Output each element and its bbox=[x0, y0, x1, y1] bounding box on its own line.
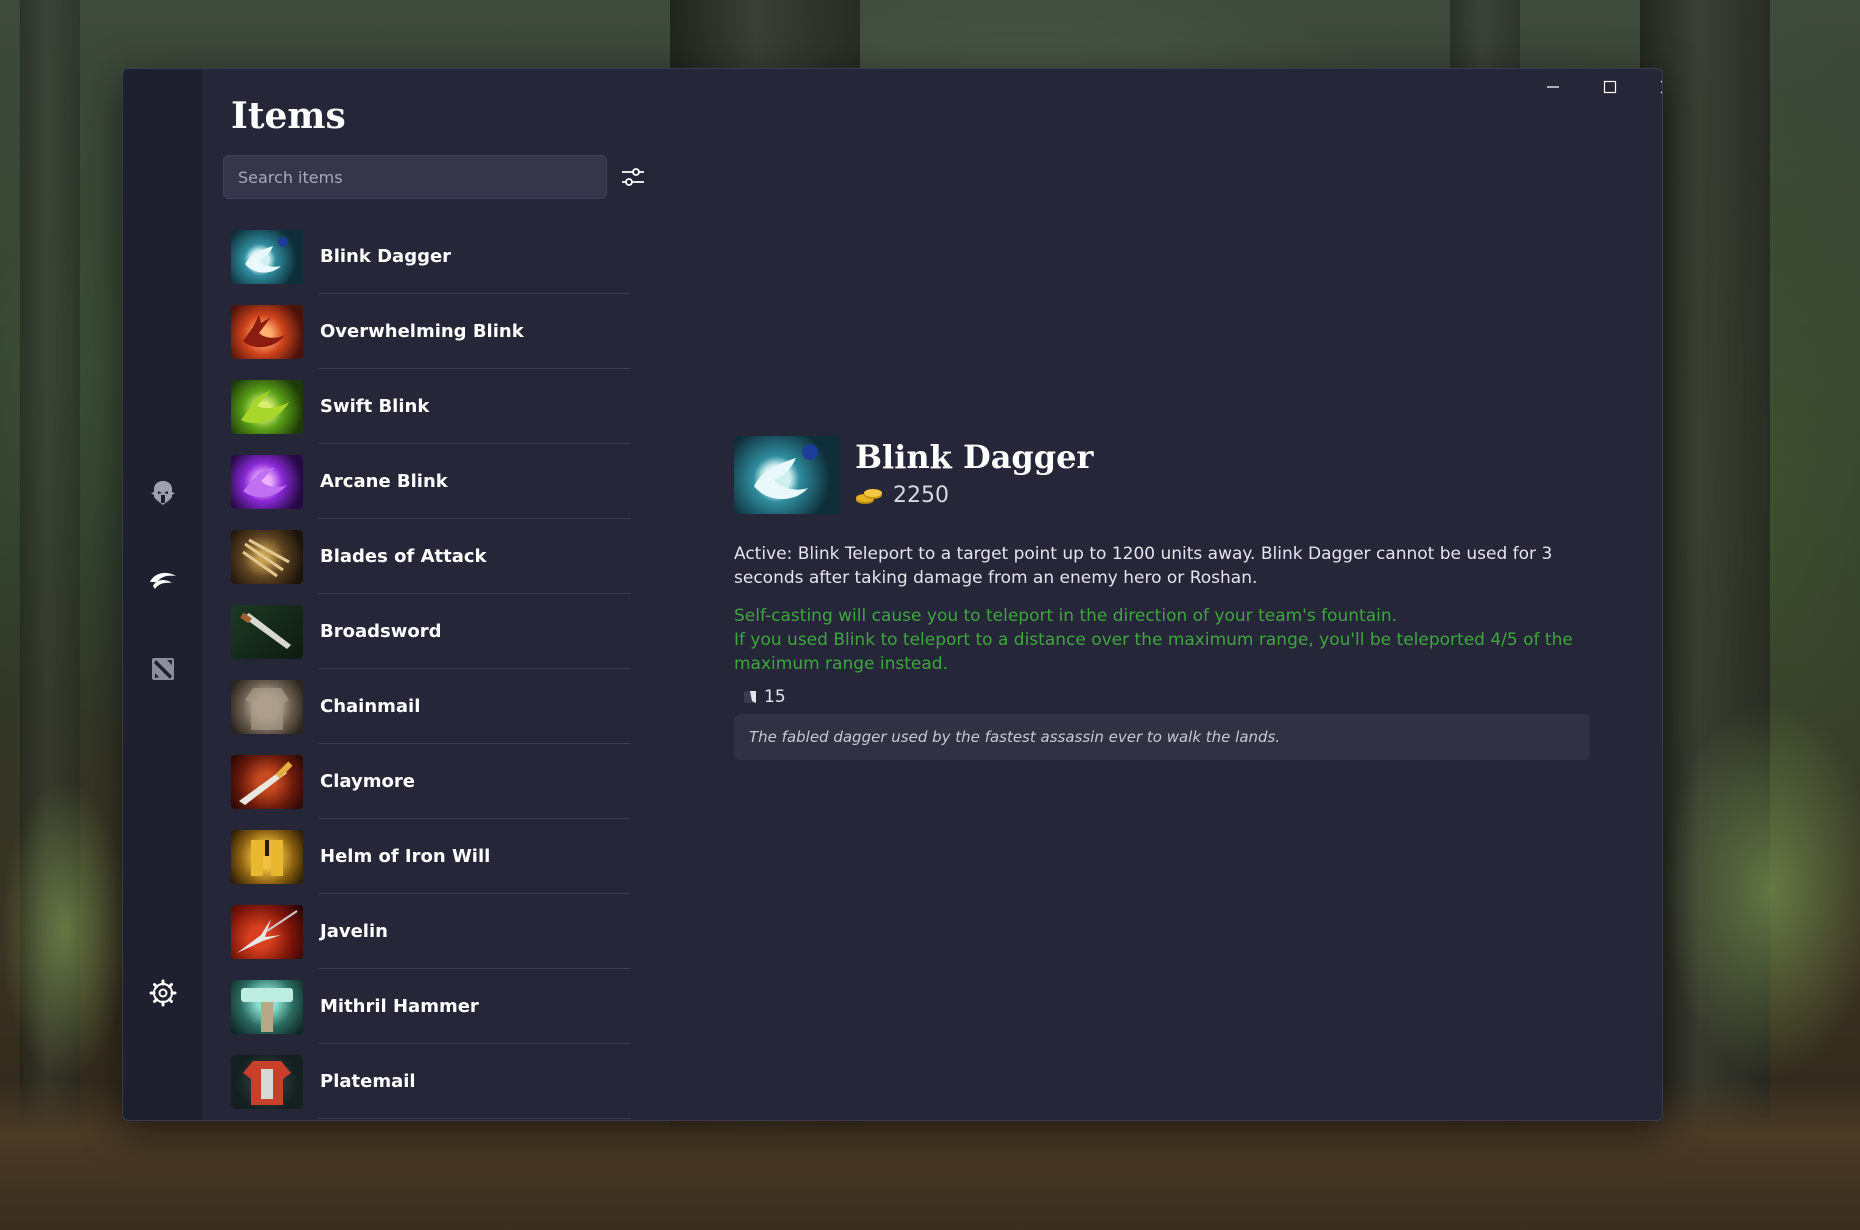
minimize-button[interactable] bbox=[1525, 69, 1581, 105]
minimize-icon bbox=[1547, 86, 1559, 88]
item-cost: 2250 bbox=[855, 483, 949, 508]
item-name: Overwhelming Blink bbox=[320, 321, 524, 342]
maximize-button[interactable] bbox=[1582, 69, 1638, 105]
gear-icon bbox=[149, 979, 177, 1007]
javelin-icon bbox=[231, 904, 303, 959]
divider bbox=[319, 1118, 631, 1119]
platemail-icon bbox=[231, 1054, 303, 1109]
close-icon bbox=[1660, 80, 1662, 94]
page-title: Items bbox=[231, 95, 346, 137]
item-name: Javelin bbox=[320, 921, 388, 942]
item-name: Swift Blink bbox=[320, 396, 430, 417]
swift-blink-icon bbox=[231, 379, 303, 434]
item-note-line: Self-casting will cause you to teleport … bbox=[734, 606, 1398, 626]
item-name: Platemail bbox=[320, 1071, 416, 1092]
item-cooldown: 15 bbox=[742, 687, 786, 707]
gold-coins-icon bbox=[856, 488, 882, 504]
list-item[interactable]: Broadsword bbox=[231, 594, 631, 669]
item-note: Self-casting will cause you to teleport … bbox=[734, 604, 1590, 676]
list-item[interactable]: Platemail bbox=[231, 1044, 631, 1119]
list-item[interactable]: Claymore bbox=[231, 744, 631, 819]
list-item[interactable]: Mithril Hammer bbox=[231, 969, 631, 1044]
maximize-icon bbox=[1603, 80, 1617, 94]
blades-of-attack-icon bbox=[231, 529, 303, 584]
nav-rail bbox=[123, 69, 202, 1120]
blink-dagger-icon bbox=[231, 229, 303, 284]
item-name: Claymore bbox=[320, 771, 415, 792]
list-item[interactable]: Blink Dagger bbox=[231, 219, 631, 294]
blink-dagger-icon bbox=[734, 436, 840, 514]
arcane-blink-icon bbox=[231, 454, 303, 509]
claymore-icon bbox=[231, 754, 303, 809]
chainmail-icon bbox=[231, 679, 303, 734]
helm-of-iron-will-icon bbox=[231, 829, 303, 884]
filter-sliders-icon bbox=[622, 168, 644, 186]
item-lore: The fabled dagger used by the fastest as… bbox=[734, 714, 1590, 760]
item-name: Broadsword bbox=[320, 621, 442, 642]
items-nav-button[interactable] bbox=[139, 557, 187, 605]
list-item[interactable]: Arcane Blink bbox=[231, 444, 631, 519]
item-title: Blink Dagger bbox=[855, 438, 1094, 476]
dota-logo-icon bbox=[152, 658, 174, 680]
search-input[interactable] bbox=[223, 155, 607, 199]
dota-nav-button[interactable] bbox=[139, 645, 187, 693]
item-cost-value: 2250 bbox=[893, 483, 949, 508]
item-name: Helm of Iron Will bbox=[320, 846, 491, 867]
app-window: Items Blink Dagger Overwhel bbox=[122, 68, 1663, 1121]
heroes-nav-button[interactable] bbox=[139, 469, 187, 517]
list-item[interactable]: Chainmail bbox=[231, 669, 631, 744]
list-item[interactable]: Helm of Iron Will bbox=[231, 819, 631, 894]
item-name: Blink Dagger bbox=[320, 246, 452, 267]
background-fern bbox=[0, 780, 130, 1080]
item-cooldown-value: 15 bbox=[764, 687, 786, 707]
cooldown-icon bbox=[744, 691, 756, 703]
list-item[interactable]: Swift Blink bbox=[231, 369, 631, 444]
settings-button[interactable] bbox=[139, 969, 187, 1017]
item-name: Arcane Blink bbox=[320, 471, 448, 492]
list-item[interactable]: Overwhelming Blink bbox=[231, 294, 631, 369]
item-note-line: If you used Blink to teleport to a dista… bbox=[734, 630, 1573, 674]
overwhelming-blink-icon bbox=[231, 304, 303, 359]
item-name: Mithril Hammer bbox=[320, 996, 479, 1017]
item-name: Blades of Attack bbox=[320, 546, 487, 567]
list-item[interactable]: Javelin bbox=[231, 894, 631, 969]
blade-icon bbox=[150, 572, 176, 589]
close-button[interactable] bbox=[1639, 69, 1662, 105]
broadsword-icon bbox=[231, 604, 303, 659]
list-item[interactable]: Blades of Attack bbox=[231, 519, 631, 594]
mithril-hammer-icon bbox=[231, 979, 303, 1034]
item-name: Chainmail bbox=[320, 696, 421, 717]
item-description: Active: Blink Teleport to a target point… bbox=[734, 544, 1553, 588]
background-fern bbox=[1660, 700, 1860, 1080]
items-list: Blink Dagger Overwhelming Blink Swift Bl… bbox=[231, 219, 631, 1119]
filter-button[interactable] bbox=[615, 159, 651, 195]
hero-helmet-icon bbox=[151, 481, 175, 505]
